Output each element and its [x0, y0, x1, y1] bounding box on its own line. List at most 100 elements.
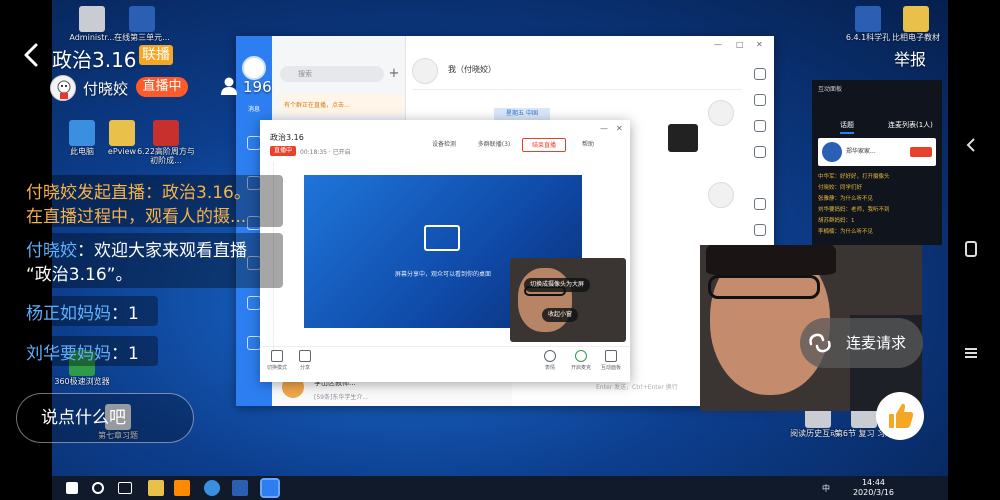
chat-name: 我（付晓姣）: [448, 65, 496, 74]
chat-avatar: [412, 58, 438, 84]
nav-doc-icon[interactable]: [247, 136, 261, 150]
close-icon[interactable]: ✕: [756, 40, 763, 49]
smile-icon: [544, 350, 556, 362]
emoji-tool[interactable]: 表情: [535, 350, 565, 371]
lianmai-card[interactable]: 郑华家家...: [818, 138, 936, 166]
date-bubble: 星期五 中国: [494, 108, 550, 120]
add-member-icon[interactable]: [754, 94, 766, 106]
sender-avatar: [708, 100, 734, 126]
chat-panel-icon: [605, 350, 617, 362]
card-avatar: [822, 142, 842, 162]
chevron-left-icon[interactable]: [20, 42, 42, 68]
system-back-icon[interactable]: [962, 136, 980, 154]
monitor-icon: [299, 350, 311, 362]
thumbs-up-icon: [889, 403, 914, 428]
system-menu-icon[interactable]: [962, 344, 980, 362]
start-icon[interactable]: [66, 482, 78, 494]
interaction-tool[interactable]: 互动面板: [596, 350, 626, 371]
chat-header: 我（付晓姣）: [412, 54, 742, 90]
system-home-icon[interactable]: [962, 240, 980, 258]
end-live-button[interactable]: 结束直播: [522, 138, 566, 152]
chat-side-tools: [748, 58, 774, 258]
device-check-button[interactable]: 设备检测: [424, 138, 464, 152]
live-minimize-icon[interactable]: —: [600, 124, 608, 133]
sender-avatar: [708, 182, 734, 208]
help-button[interactable]: 帮助: [574, 138, 602, 152]
student-camera: [510, 258, 626, 342]
shrink-window-button[interactable]: 收起小窗: [542, 308, 579, 322]
attachment-icon[interactable]: [754, 224, 766, 236]
image-icon[interactable]: [754, 198, 766, 210]
search-input[interactable]: 搜索: [280, 66, 384, 82]
lianbo-badge: 联播: [139, 45, 173, 65]
browser-icon[interactable]: [204, 480, 220, 496]
panel-message: 张雅静：为什么听不见: [818, 196, 874, 202]
nav-label-messages[interactable]: 消息: [236, 104, 272, 113]
card-name: 郑华家家...: [846, 148, 876, 155]
nav-more-icon[interactable]: [247, 336, 261, 350]
live-window-time: 00:18:35 · 已开启: [300, 149, 351, 156]
microphone-icon: [575, 350, 587, 362]
comment-item: 付晓姣：欢迎大家来观看直播 “政治3.16”。: [18, 233, 283, 288]
switch-mode-tool[interactable]: 切换模式: [262, 350, 292, 371]
host-name[interactable]: 付晓姣: [83, 78, 128, 99]
desktop-icon-word-doc: 在线第三单元...: [112, 6, 172, 43]
taskbar-clock[interactable]: 14:44 2020/3/16: [853, 478, 894, 498]
dingtalk-icon[interactable]: [260, 478, 280, 498]
switch-big-screen-button[interactable]: 切换成摄像头为大屏: [524, 278, 591, 292]
file-explorer-icon[interactable]: [148, 480, 164, 496]
panel-message: 中华军：好好好，打开摄像头: [818, 174, 890, 180]
task-view-icon[interactable]: [118, 482, 132, 494]
comment-user[interactable]: 杨正如妈妈: [26, 304, 111, 324]
live-window-badge: 直播中: [270, 146, 296, 156]
word-icon[interactable]: [232, 480, 248, 496]
desktop-icon-ppt: 6.22高阶周方与初阶成...: [136, 120, 196, 166]
live-status-badge: 直播中: [136, 77, 188, 97]
panel-title: 互动面板: [818, 86, 843, 93]
desktop-icon-ebook: 比相电子教材: [886, 6, 946, 43]
comment-item: 杨正如妈妈：1: [18, 296, 158, 326]
like-button[interactable]: [876, 392, 924, 440]
windows-taskbar: 中 14:44 2020/3/16: [52, 476, 948, 500]
card-action-button[interactable]: [910, 147, 932, 157]
interaction-panel: 互动面板 话题 连麦列表(1人) 郑华家家... 中华军：好好好，打开摄像头 付…: [812, 80, 942, 245]
link-icon: [809, 333, 831, 353]
comment-user[interactable]: 刘华要妈妈: [26, 344, 111, 364]
image-message[interactable]: [668, 124, 698, 152]
live-title: 政治3.16: [52, 48, 137, 72]
viewer-count[interactable]: 196: [243, 78, 272, 96]
teacher-hair: [706, 245, 836, 275]
panel-message: 刘华要妈妈：老师，我听不到: [818, 207, 890, 213]
search-icon[interactable]: [92, 482, 104, 494]
grid-icon: [271, 350, 283, 362]
comment-user[interactable]: 付晓姣: [26, 241, 77, 261]
tab-lianmai-list[interactable]: 连麦列表(1人): [888, 120, 933, 130]
app-icon[interactable]: [174, 480, 190, 496]
live-close-icon[interactable]: ✕: [616, 124, 623, 133]
teacher-glasses: [708, 275, 820, 299]
live-stream-screen: Administr... 在线第三单元... 此电脑 ePview 6.22高阶…: [0, 0, 1000, 500]
comment-input[interactable]: 说点什么吧: [16, 393, 194, 443]
screen-share-icon: [424, 225, 460, 251]
ime-indicator[interactable]: 中: [822, 483, 830, 494]
tab-topic[interactable]: 话题: [840, 120, 854, 134]
mic-tool[interactable]: 开启麦克: [566, 350, 596, 371]
comment-system: 付晓姣发起直播：政治3.16。 在直播过程中，观看人的摄...: [18, 175, 283, 227]
multi-group-button[interactable]: 多群联播(3): [472, 138, 516, 152]
host-avatar[interactable]: [50, 75, 76, 101]
report-button[interactable]: 举报: [894, 46, 926, 70]
live-notice-banner[interactable]: 有个群正在直播，点击...: [280, 94, 404, 114]
more-icon[interactable]: [754, 68, 766, 80]
minimize-icon[interactable]: —: [714, 40, 722, 49]
contact-last-message: [59条]东华学生介...: [314, 394, 369, 401]
live-class-window: 政治3.16 直播中 00:18:35 · 已开启 设备检测 多群联播(3) 结…: [260, 120, 630, 382]
file-icon[interactable]: [754, 146, 766, 158]
add-button[interactable]: +: [386, 66, 402, 82]
chat-icon[interactable]: [754, 120, 766, 132]
user-avatar[interactable]: [242, 56, 266, 80]
comment-item: 刘华要妈妈：1: [18, 336, 158, 366]
live-window-title: 政治3.16: [270, 133, 304, 142]
share-tool[interactable]: 分享: [290, 350, 320, 371]
nav-phone-icon[interactable]: [247, 296, 261, 310]
maximize-icon[interactable]: □: [736, 40, 744, 49]
